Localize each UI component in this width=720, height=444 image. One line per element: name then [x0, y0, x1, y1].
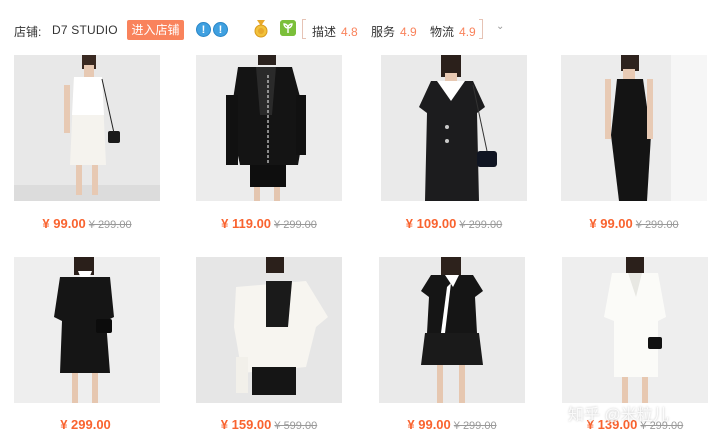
rating-service: 服务 4.9 — [371, 23, 417, 40]
price-row: ¥ 99.00 ¥ 299.00 — [379, 416, 525, 434]
product-photo[interactable] — [14, 55, 160, 201]
product-photo[interactable] — [379, 257, 525, 403]
enter-shop-button[interactable]: 进入店铺 — [127, 20, 184, 40]
sale-price: ¥ 299.00 — [60, 417, 111, 432]
product-photo[interactable] — [561, 55, 707, 201]
price-row: ¥ 99.00 ¥ 299.00 — [561, 215, 707, 233]
rating-label: 物流 — [430, 25, 455, 39]
product-photo[interactable] — [381, 55, 527, 201]
original-price: ¥ 299.00 — [635, 219, 679, 231]
rating-value: 4.9 — [459, 25, 476, 39]
sale-price: ¥ 119.00 — [221, 216, 272, 231]
product-photo[interactable] — [196, 55, 342, 201]
ratings-bracket-left — [302, 19, 306, 39]
ratings-bracket-right — [479, 19, 483, 39]
sale-price: ¥ 99.00 — [42, 216, 86, 231]
sale-price: ¥ 99.00 — [407, 417, 451, 432]
original-price: ¥ 299.00 — [459, 219, 503, 231]
original-price: ¥ 299.00 — [274, 219, 317, 231]
shop-header: 店铺: D7 STUDIO 进入店铺 ! ! 描述 4.8 服务 4.9 物流 4.9… — [0, 0, 720, 52]
sale-price: ¥ 159.00 — [220, 417, 272, 432]
watermark: 知乎 @米粒儿 — [568, 407, 669, 424]
price-row: ¥ 109.00 ¥ 299.00 — [381, 215, 527, 233]
shop-label: 店铺: — [14, 25, 42, 39]
rating-description: 描述 4.8 — [312, 23, 358, 40]
rating-value: 4.9 — [400, 25, 417, 39]
price-row: ¥ 299.00 — [14, 416, 160, 434]
price-row: ¥ 119.00 ¥ 299.00 — [196, 215, 342, 233]
chevron-down-icon[interactable]: ⌄ — [496, 21, 504, 32]
price-row: ¥ 159.00 ¥ 599.00 — [196, 416, 342, 434]
sale-price: ¥ 99.00 — [589, 216, 633, 231]
product-photo[interactable] — [562, 257, 708, 403]
original-price: ¥ 299.00 — [453, 420, 497, 432]
rating-logistics: 物流 4.9 — [430, 23, 476, 40]
certification-badge-icon[interactable]: ! — [196, 22, 211, 37]
rating-label: 服务 — [371, 25, 396, 39]
rating-label: 描述 — [312, 25, 337, 39]
product-photo[interactable] — [196, 257, 342, 403]
product-photo[interactable] — [14, 257, 160, 403]
price-row: ¥ 99.00 ¥ 299.00 — [14, 215, 160, 233]
plant-icon[interactable] — [280, 20, 296, 36]
original-price: ¥ 299.00 — [88, 219, 132, 231]
rating-value: 4.8 — [341, 25, 358, 39]
certification-badge-icon[interactable]: ! — [213, 22, 228, 37]
sale-price: ¥ 109.00 — [405, 216, 457, 231]
shop-name[interactable]: D7 STUDIO — [52, 23, 118, 37]
original-price: ¥ 599.00 — [274, 420, 318, 432]
medal-icon[interactable] — [253, 20, 269, 38]
